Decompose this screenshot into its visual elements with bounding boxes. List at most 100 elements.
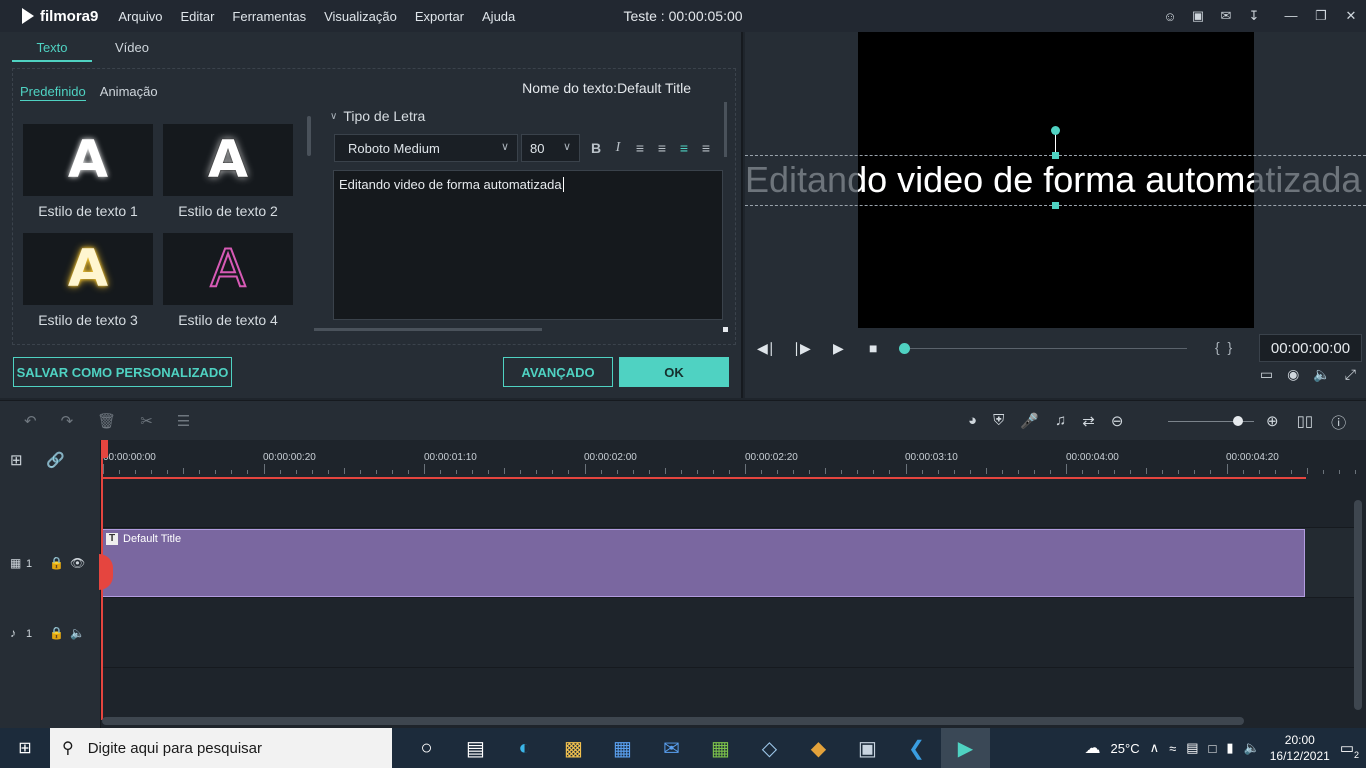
battery-icon[interactable]: ▮	[1226, 740, 1233, 756]
zoom-out-icon[interactable]: ⊖	[1111, 412, 1124, 430]
playback-progress-knob[interactable]	[899, 343, 910, 354]
options-scrollbar[interactable]	[724, 102, 727, 157]
adjust-icon[interactable]: ☰	[177, 412, 190, 430]
timeline-ruler[interactable]: 00:00:00:00 00:00:00:20 00:00:01:10 00:0…	[101, 440, 1366, 479]
menu-arquivo[interactable]: Arquivo	[118, 9, 162, 24]
windows-start-icon[interactable]: ⊞	[0, 728, 50, 768]
mark-in-out-icon[interactable]: { }	[1215, 339, 1232, 355]
redo-icon[interactable]: ↷	[61, 412, 74, 430]
font-size-select[interactable]: 80 ∨	[521, 134, 580, 162]
resize-grip[interactable]	[723, 327, 728, 332]
git-app-icon[interactable]: ◆	[794, 728, 843, 768]
align-center-icon[interactable]: ≡	[651, 140, 673, 156]
next-frame-icon[interactable]: ∣▶	[793, 340, 811, 357]
italic-icon[interactable]: I	[607, 140, 629, 156]
timeline-horizontal-scrollbar[interactable]	[102, 717, 1244, 725]
link-icon[interactable]: 🔗	[46, 451, 65, 469]
fit-timeline-icon[interactable]: ⇄	[1082, 412, 1095, 430]
filmora-taskbar-icon[interactable]: ▶	[941, 728, 990, 768]
text-style-2-thumbnail[interactable]: A	[163, 124, 293, 196]
rotate-handle[interactable]	[1051, 126, 1060, 135]
snapshot-icon[interactable]: ◉	[1287, 366, 1299, 383]
tab-video[interactable]: Vídeo	[92, 40, 172, 62]
temperature[interactable]: 25°C	[1111, 741, 1140, 756]
notifications-icon[interactable]: ▭ 2	[1340, 739, 1359, 760]
wifi-icon[interactable]: ≈	[1169, 741, 1176, 756]
add-track-icon[interactable]: ⊞	[10, 451, 23, 469]
taskbar-search[interactable]: ⚲ Digite aqui para pesquisar	[50, 728, 392, 768]
zoom-in-icon[interactable]: ⊕	[1266, 412, 1279, 433]
audio-mixer-icon[interactable]: ♫	[1055, 412, 1066, 430]
menu-exportar[interactable]: Exportar	[415, 9, 464, 24]
ok-button[interactable]: OK	[619, 357, 729, 387]
playback-progress-track[interactable]	[905, 348, 1187, 349]
cortana-icon[interactable]: ○	[402, 728, 451, 768]
delete-icon[interactable]: 🗑	[97, 412, 116, 430]
playhead[interactable]	[101, 440, 103, 720]
cut-icon[interactable]: ✂	[140, 412, 153, 430]
weather-icon[interactable]: ☁	[1085, 738, 1101, 758]
speaker-icon[interactable]: 🔈	[70, 626, 85, 640]
bold-icon[interactable]: B	[585, 140, 607, 156]
text-style-4-thumbnail[interactable]: A	[163, 233, 293, 305]
task-view-icon[interactable]: ▤	[451, 728, 500, 768]
menu-visualizacao[interactable]: Visualização	[324, 9, 397, 24]
zoom-slider-knob[interactable]	[1233, 416, 1243, 426]
styles-scrollbar[interactable]	[307, 116, 311, 156]
undo-icon[interactable]: ↶	[24, 412, 37, 430]
network-app-icon[interactable]: ▣	[843, 728, 892, 768]
advanced-button[interactable]: AVANÇADO	[503, 357, 613, 387]
vscode-icon[interactable]: ❮	[892, 728, 941, 768]
account-icon[interactable]: ☺	[1156, 9, 1184, 24]
tab-predefinido[interactable]: Predefinido	[20, 84, 86, 101]
render-preview-icon[interactable]: ◕	[968, 412, 977, 430]
app-icon[interactable]: ◇	[745, 728, 794, 768]
maximize-button[interactable]: ❐	[1306, 8, 1336, 24]
display-settings-icon[interactable]: ▭	[1260, 366, 1273, 383]
download-icon[interactable]: ↧	[1240, 8, 1268, 24]
fullscreen-icon[interactable]: ⤢	[1345, 366, 1356, 383]
options-horizontal-scrollbar[interactable]	[314, 328, 542, 331]
clock[interactable]: 20:00 16/12/2021	[1270, 732, 1330, 764]
font-section-header[interactable]: ∨ Tipo de Letra	[330, 108, 425, 124]
layout-icon[interactable]: ▯▯	[1297, 412, 1314, 433]
lock-icon[interactable]: 🔒	[49, 626, 64, 640]
previous-frame-icon[interactable]: ◀∣	[757, 340, 775, 357]
update-icon[interactable]: □	[1209, 741, 1217, 756]
align-justify-icon[interactable]: ≡	[695, 140, 717, 156]
font-family-select[interactable]: Roboto Medium ∨	[334, 134, 518, 162]
volume-icon[interactable]: 🔈	[1244, 740, 1260, 756]
stop-icon[interactable]: ■	[869, 340, 877, 356]
align-right-icon[interactable]: ≡	[673, 140, 695, 156]
align-left-icon[interactable]: ≡	[629, 140, 651, 156]
device-icon[interactable]: ▤	[1186, 740, 1198, 756]
resize-handle-top[interactable]	[1052, 152, 1059, 159]
eye-icon[interactable]: 👁	[70, 556, 85, 570]
file-explorer-icon[interactable]: ▩	[549, 728, 598, 768]
tab-texto[interactable]: Texto	[12, 40, 92, 62]
save-custom-button[interactable]: SALVAR COMO PERSONALIZADO	[13, 357, 232, 387]
edge-icon[interactable]: ◐	[500, 728, 549, 768]
microphone-icon[interactable]: 🎤	[1020, 412, 1039, 430]
title-clip[interactable]: T Default Title	[99, 529, 1305, 597]
preview-overlay-text[interactable]: Editando video de forma automatizada	[858, 157, 1254, 203]
menu-ferramentas[interactable]: Ferramentas	[232, 9, 306, 24]
marker-icon[interactable]: ⛨	[993, 412, 1004, 430]
text-style-3-thumbnail[interactable]: A	[23, 233, 153, 305]
mail-icon[interactable]: ✉	[1212, 8, 1240, 24]
timeline-vertical-scrollbar[interactable]	[1354, 500, 1362, 710]
resize-handle-bottom[interactable]	[1052, 202, 1059, 209]
text-style-1-thumbnail[interactable]: A	[23, 124, 153, 196]
lock-icon[interactable]: 🔒	[49, 556, 64, 570]
text-content-input[interactable]: Editando video de forma automatizada	[333, 170, 723, 320]
mail-app-icon[interactable]: ✉	[647, 728, 696, 768]
play-icon[interactable]: ▶	[833, 340, 844, 357]
sheet-app-icon[interactable]: ▦	[696, 728, 745, 768]
minimize-button[interactable]: —	[1276, 8, 1306, 24]
close-button[interactable]: ✕	[1336, 8, 1366, 24]
chevron-up-icon[interactable]: ∧	[1150, 740, 1160, 756]
volume-icon[interactable]: 🔈	[1313, 366, 1330, 383]
menu-editar[interactable]: Editar	[180, 9, 214, 24]
menu-ajuda[interactable]: Ajuda	[482, 9, 515, 24]
save-icon[interactable]: ▣	[1184, 8, 1212, 24]
